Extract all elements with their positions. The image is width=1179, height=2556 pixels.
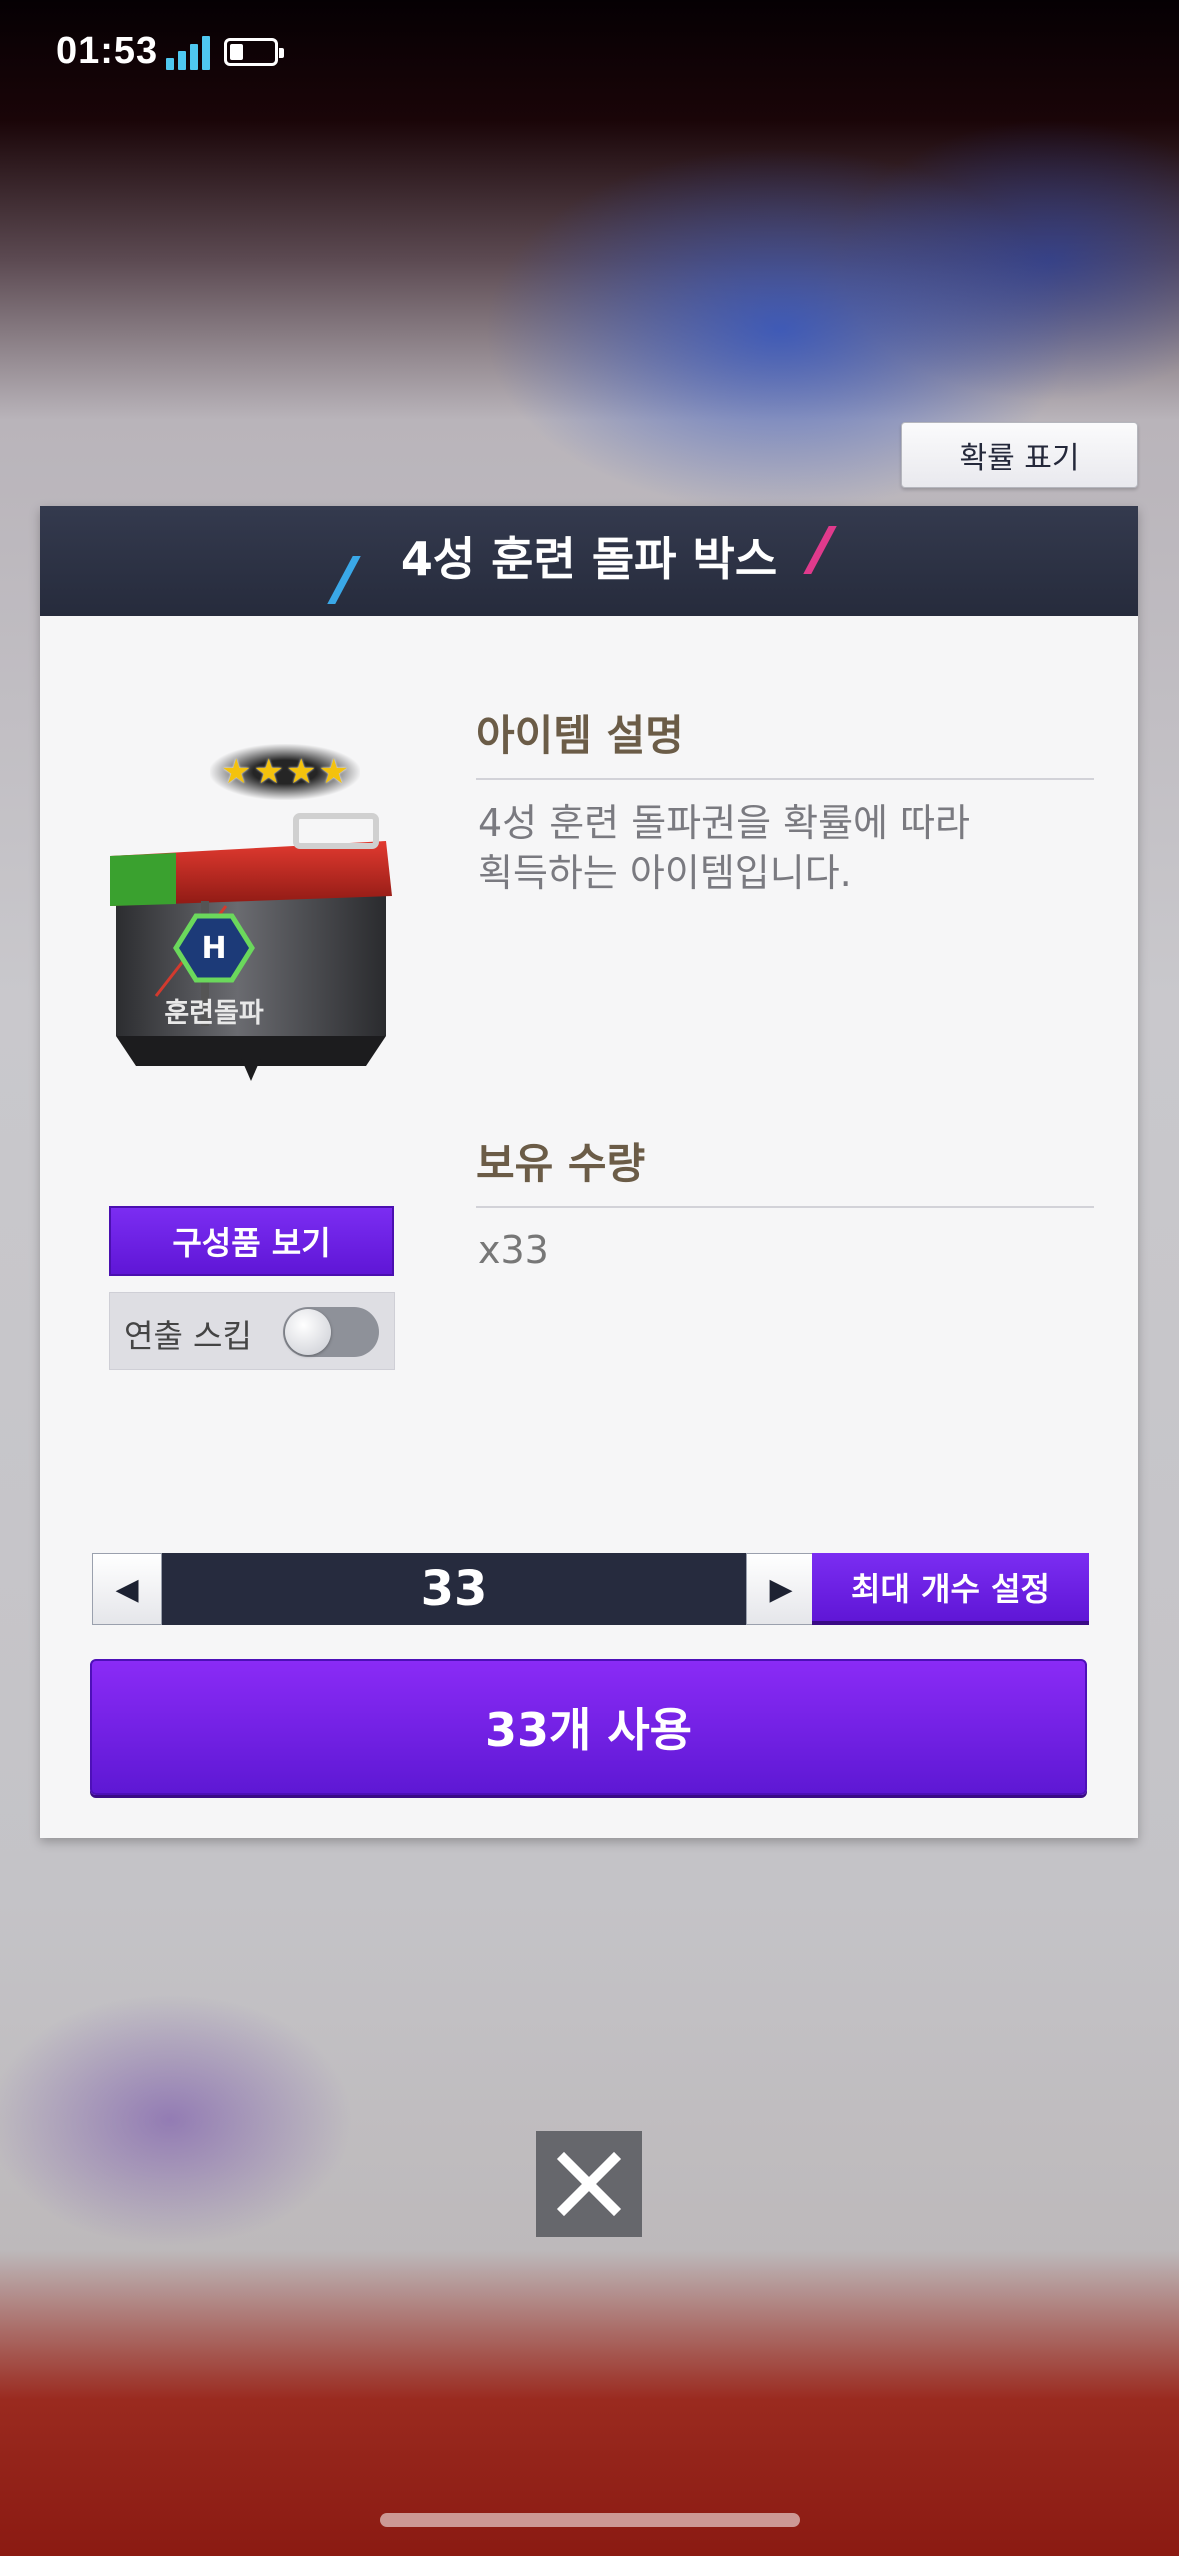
battery-icon	[224, 38, 284, 66]
item-star-rating: ★ ★ ★ ★	[210, 744, 360, 800]
quantity-stepper: ◀ 33 ▶	[92, 1553, 816, 1625]
owned-divider	[476, 1206, 1094, 1208]
view-components-button[interactable]: 구성품 보기	[109, 1206, 394, 1276]
left-triangle-icon: ◀	[115, 1571, 139, 1607]
star-icon: ★	[253, 752, 284, 792]
dialog-header: 4성 훈련 돌파 박스	[40, 506, 1138, 616]
close-button[interactable]	[536, 2131, 642, 2237]
status-time: 01:53	[56, 30, 159, 72]
skip-animation-toggle[interactable]	[283, 1307, 379, 1357]
description-line: 4성 훈련 돌파권을 확률에 따라	[478, 801, 971, 845]
owned-heading: 보유 수량	[476, 1139, 646, 1188]
owned-quantity: x33	[478, 1228, 549, 1272]
star-icon: ★	[221, 752, 252, 792]
home-indicator[interactable]	[380, 2513, 800, 2527]
signal-icon	[166, 36, 212, 70]
skip-animation-label: 연출 스킵	[124, 1317, 252, 1355]
battery-level	[230, 44, 243, 60]
description-line: 획득하는 아이템입니다.	[478, 851, 852, 895]
decrement-button[interactable]: ◀	[92, 1553, 162, 1625]
svg-text:H: H	[201, 931, 226, 966]
item-box-image: H 훈련돌파	[110, 813, 392, 1081]
close-icon	[556, 2151, 622, 2217]
description-heading: 아이템 설명	[476, 711, 684, 760]
description-divider	[476, 778, 1094, 780]
quantity-value[interactable]: 33	[162, 1553, 746, 1625]
use-button[interactable]: 33개 사용	[90, 1659, 1087, 1795]
description-text: 4성 훈련 돌파권을 확률에 따라 획득하는 아이템입니다.	[478, 798, 1078, 898]
item-dialog: 4성 훈련 돌파 박스 ★ ★ ★ ★ H 훈련돌파 구성품 보기 연출 스킵 …	[40, 506, 1138, 1838]
increment-button[interactable]: ▶	[746, 1553, 816, 1625]
toggle-knob	[285, 1309, 331, 1355]
item-image-label: 훈련돌파	[164, 998, 264, 1029]
skip-animation-row: 연출 스킵	[109, 1292, 395, 1370]
dialog-title: 4성 훈련 돌파 박스	[400, 532, 778, 586]
set-max-button[interactable]: 최대 개수 설정	[812, 1553, 1089, 1625]
star-icon: ★	[318, 752, 349, 792]
star-icon: ★	[286, 752, 317, 792]
status-bar: 01:53	[0, 0, 1179, 110]
odds-button[interactable]: 확률 표기	[901, 422, 1138, 488]
right-triangle-icon: ▶	[769, 1571, 793, 1607]
